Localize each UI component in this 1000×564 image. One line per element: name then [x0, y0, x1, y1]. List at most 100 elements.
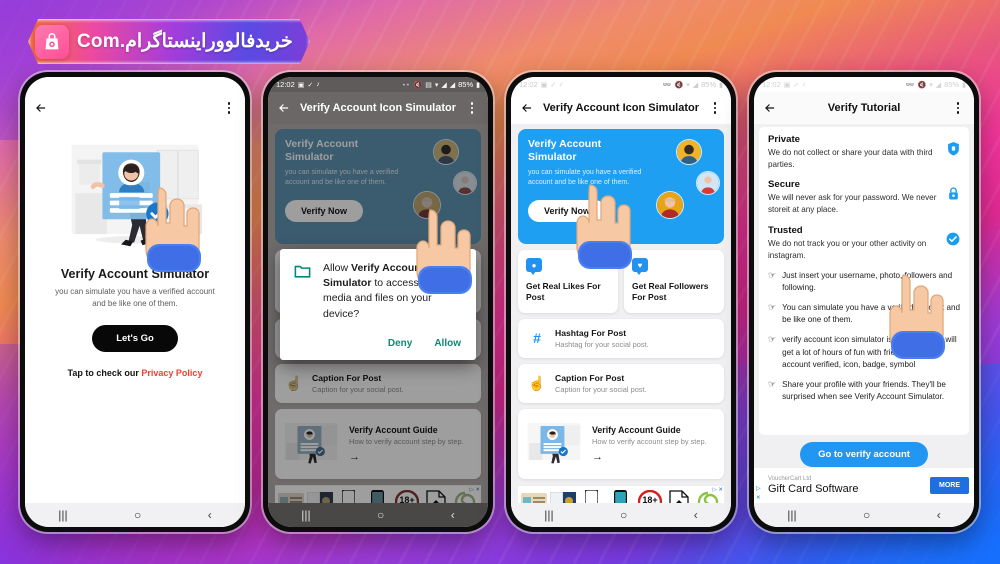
guide-title: Verify Account Guide: [592, 424, 681, 435]
allow-button[interactable]: Allow: [432, 336, 463, 351]
home-icon[interactable]: ○: [377, 509, 384, 521]
ad-banner[interactable]: 18+ONLY ▷ ✕: [275, 484, 481, 503]
privacy-policy-link[interactable]: Privacy Policy: [141, 368, 202, 378]
verify-now-button[interactable]: Verify Now: [528, 199, 607, 222]
tutorial-block-private: Private We do not collect or share your …: [768, 134, 960, 171]
tile-get-real-followers[interactable]: ♥ Get Real Followers For Post: [624, 250, 724, 313]
card-verify-account-guide[interactable]: Verify Account Guide How to verify accou…: [275, 408, 481, 479]
back-arrow-icon[interactable]: [277, 101, 291, 115]
row-hashtag-for-post[interactable]: # Hashtag For Post Hashtag for your soci…: [518, 318, 724, 358]
verify-now-button[interactable]: Verify Now: [285, 199, 364, 222]
tile-label: Get Real Followers For Post: [632, 281, 709, 303]
permission-dialog: Allow Verify Account Simulator to access…: [280, 249, 476, 360]
shopping-bag-camera-icon: [35, 25, 69, 59]
ad-banner[interactable]: 18+ONLY ▷ ✕: [518, 484, 724, 503]
avatar: [433, 139, 459, 165]
upload-file-icon: [666, 487, 693, 503]
row-subtitle: Caption for your social post.: [312, 384, 404, 394]
back-arrow-icon[interactable]: [34, 101, 48, 115]
wifi-icon: ▾: [686, 81, 690, 89]
onboarding-subtitle: you can simulate you have a verified acc…: [55, 287, 215, 308]
verify-banner: Verify Account Simulator you can simulat…: [518, 129, 724, 244]
signal-icon: ◢: [449, 81, 456, 89]
recents-icon[interactable]: |||: [787, 509, 796, 521]
app-bar: Verify Account Icon Simulator: [268, 92, 488, 124]
lets-go-button[interactable]: Let's Go: [92, 325, 178, 353]
banner-text: you can simulate you have a verified acc…: [528, 169, 642, 187]
deny-button[interactable]: Deny: [386, 336, 414, 351]
battery-icon: ▮: [719, 81, 723, 89]
system-nav-bar: ||| ○ ‹: [268, 503, 488, 527]
back-icon[interactable]: ‹: [694, 509, 698, 521]
back-arrow-icon[interactable]: [763, 101, 777, 115]
back-icon[interactable]: ‹: [451, 509, 455, 521]
passport-icon: [306, 487, 333, 503]
avatar: [676, 139, 702, 165]
tutorial-content: Private We do not collect or share your …: [754, 124, 974, 503]
avatar: [453, 171, 477, 195]
tile-get-real-likes[interactable]: ● Get Real Likes For Post: [518, 250, 618, 313]
shield-icon: [947, 141, 960, 158]
card-verify-account-guide[interactable]: Verify Account Guide How to verify accou…: [518, 408, 724, 479]
home-content: Verify Account Simulator you can simulat…: [511, 124, 731, 503]
18plus-icon: 18+ONLY: [637, 487, 664, 503]
check-icon: ✓: [793, 81, 800, 89]
row-title: Caption For Post: [555, 372, 625, 383]
arrow-right-icon[interactable]: →: [592, 451, 707, 463]
svg-text:18+: 18+: [642, 495, 657, 503]
block-text: We do not track you or your other activi…: [768, 238, 927, 260]
ad-title: Gift Card Software: [768, 483, 859, 495]
more-vertical-icon[interactable]: [951, 102, 965, 114]
tutorial-bullet: ☞ Just insert your username, photo, foll…: [768, 270, 960, 294]
back-icon[interactable]: ‹: [208, 509, 212, 521]
more-vertical-icon[interactable]: [465, 102, 479, 114]
mute-icon: 🔇: [413, 81, 423, 89]
row-caption-for-post[interactable]: ☝ Caption For Post Caption for your soci…: [275, 363, 481, 403]
signal-icon: ◢: [935, 81, 942, 89]
18plus-icon: 18+ONLY: [394, 487, 421, 503]
clock-text: 12:02: [762, 80, 781, 89]
recents-icon[interactable]: |||: [58, 509, 67, 521]
wifi-icon: ▾: [929, 81, 933, 89]
ad-triangle-icon: ▷: [756, 485, 761, 492]
passport-icon: [549, 487, 576, 503]
block-text: We do not collect or share your data wit…: [768, 148, 933, 170]
folder-icon: [293, 261, 312, 322]
home-icon[interactable]: ○: [134, 509, 141, 521]
avatar: [413, 191, 441, 219]
home-icon[interactable]: ○: [620, 509, 627, 521]
lock-icon: [947, 186, 960, 203]
back-arrow-icon[interactable]: [520, 101, 534, 115]
id-card-icon: [277, 487, 304, 503]
banner-title: Verify Account Simulator: [528, 138, 602, 164]
dialog-text-before: Allow: [323, 262, 352, 274]
home-icon[interactable]: ○: [863, 509, 870, 521]
ad-banner[interactable]: ▷ ✕ VoucherCart Ltd Gift Card Software M…: [754, 467, 974, 503]
pointing-finger-icon: ☞: [768, 378, 777, 389]
status-bar: 12:02 ▣ ✓ ♪ 👓 🔇 ▾ ◢ 85% ▮: [754, 77, 974, 92]
recents-icon[interactable]: |||: [301, 509, 310, 521]
ad-more-button[interactable]: MORE: [930, 477, 969, 494]
more-vertical-icon[interactable]: [708, 102, 722, 114]
onboarding-content: Verify Account Simulator you can simulat…: [25, 124, 245, 503]
glasses-icon: 👓: [905, 81, 915, 89]
tutorial-card: Private We do not collect or share your …: [759, 127, 969, 435]
tile-label: Get Real Likes For Post: [526, 281, 601, 303]
svg-text:18+: 18+: [399, 495, 414, 503]
guide-subtitle: How to verify account step by step.: [592, 436, 707, 446]
image-icon: ▣: [783, 81, 791, 89]
ad-choices-icon[interactable]: ▷ ✕: [470, 487, 480, 493]
more-vertical-icon[interactable]: [222, 102, 236, 114]
recents-icon[interactable]: |||: [544, 509, 553, 521]
arrow-right-icon[interactable]: →: [349, 451, 464, 463]
close-icon[interactable]: ✕: [756, 495, 761, 501]
avatar: [696, 171, 720, 195]
row-subtitle: Hashtag for your social post.: [555, 339, 649, 349]
go-to-verify-account-button[interactable]: Go to verify account: [800, 442, 928, 467]
row-caption-for-post[interactable]: ☝ Caption For Post Caption for your soci…: [518, 363, 724, 403]
bullet-text: Share your profile with your friends. Th…: [782, 379, 946, 401]
site-logo[interactable]: خریدفالووراینستاگرام.Com: [28, 19, 310, 64]
phone-4-tutorial: 12:02 ▣ ✓ ♪ 👓 🔇 ▾ ◢ 85% ▮ Verify Tutoria…: [749, 72, 979, 532]
back-icon[interactable]: ‹: [937, 509, 941, 521]
ad-choices-icon[interactable]: ▷ ✕: [713, 487, 723, 493]
